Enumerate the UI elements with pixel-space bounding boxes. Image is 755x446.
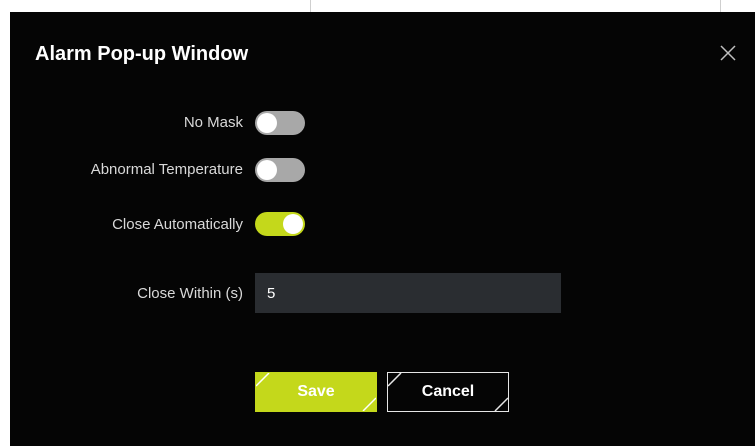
background-divider: [310, 0, 311, 12]
close-button[interactable]: [718, 43, 738, 63]
no-mask-toggle[interactable]: [255, 111, 305, 135]
dialog-title: Alarm Pop-up Window: [35, 43, 249, 65]
background-window-edge: [0, 12, 10, 446]
close-within-label: Close Within (s): [137, 285, 243, 302]
corner-accent-icon: [362, 397, 376, 411]
cancel-button-label: Cancel: [421, 383, 475, 400]
save-button-label: Save: [297, 383, 335, 400]
background-divider: [720, 0, 721, 12]
toggle-knob: [257, 160, 277, 180]
abnormal-temperature-label: Abnormal Temperature: [90, 161, 243, 178]
close-automatically-toggle[interactable]: [255, 212, 305, 236]
alarm-popup-dialog: Alarm Pop-up Window No Mask Abnormal Tem…: [10, 12, 755, 446]
corner-accent-icon: [388, 373, 402, 387]
close-within-input[interactable]: [255, 273, 561, 313]
save-button[interactable]: Save: [255, 372, 377, 412]
abnormal-temperature-toggle[interactable]: [255, 158, 305, 182]
corner-accent-icon: [494, 397, 508, 411]
close-automatically-label: Close Automatically: [112, 216, 243, 233]
background-window-strip: [0, 0, 755, 12]
corner-accent-icon: [256, 373, 270, 387]
toggle-knob: [283, 214, 303, 234]
no-mask-label: No Mask: [183, 114, 243, 131]
close-icon: [720, 45, 736, 61]
toggle-knob: [257, 113, 277, 133]
cancel-button[interactable]: Cancel: [387, 372, 509, 412]
